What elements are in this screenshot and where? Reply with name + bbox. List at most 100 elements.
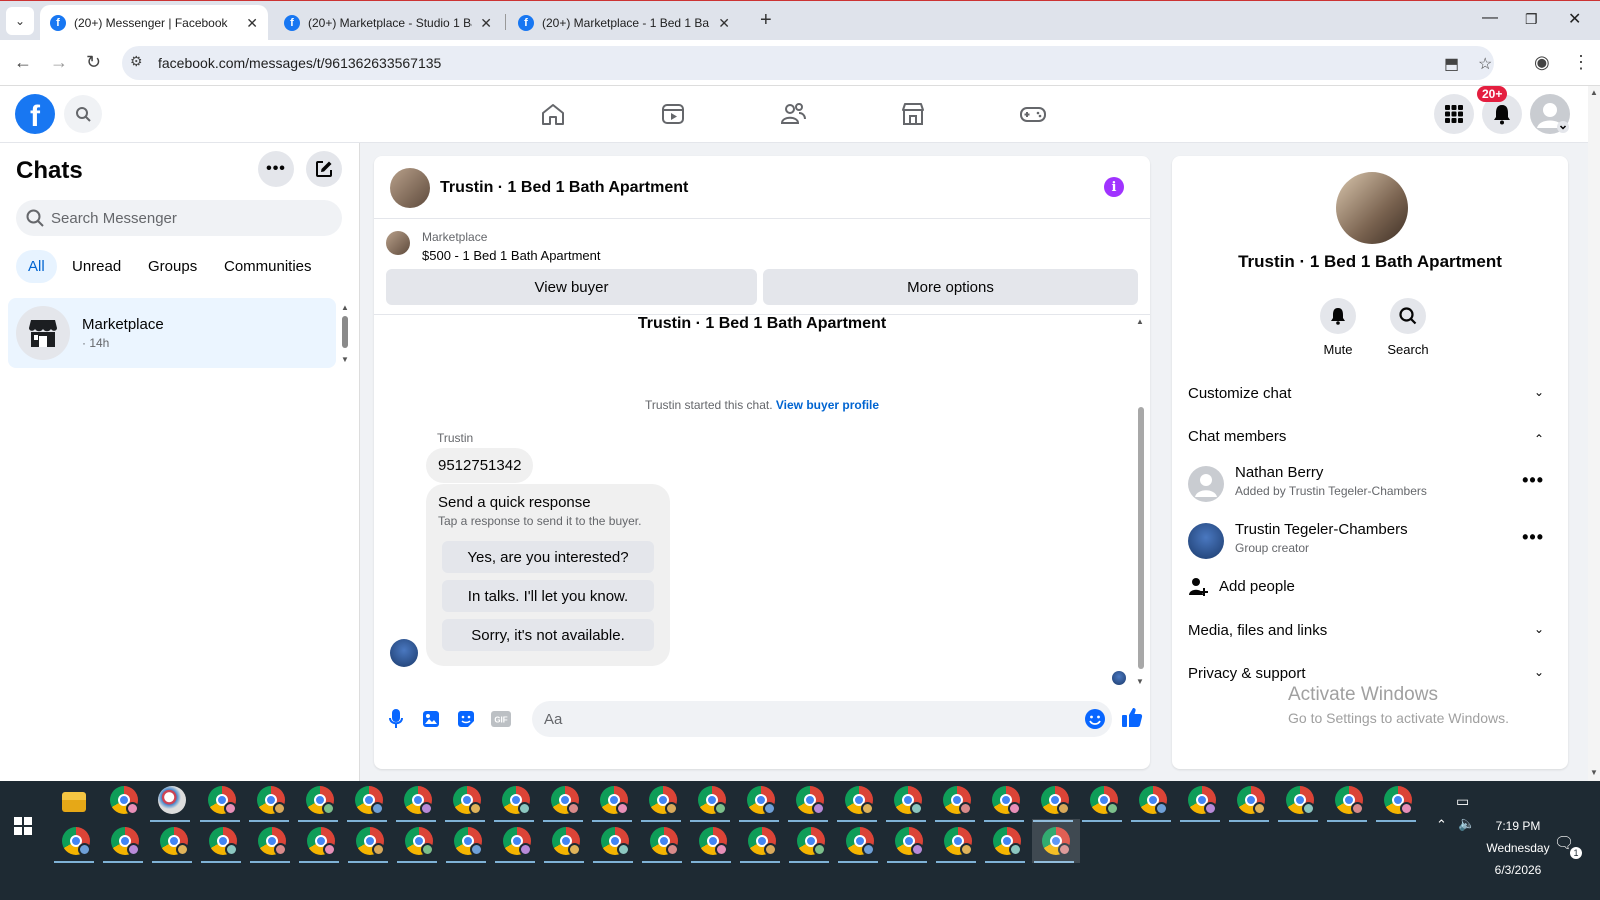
listing-thumbnail[interactable]	[386, 231, 410, 255]
chrome-profile-icon[interactable]	[356, 827, 385, 856]
thread-scroll-up-icon[interactable]: ▲	[1136, 317, 1144, 326]
chrome-profile-icon[interactable]	[1090, 786, 1119, 815]
page-scroll-down-icon[interactable]: ▼	[1590, 768, 1598, 777]
install-app-icon[interactable]: ⬒	[1444, 54, 1459, 74]
chrome-profile-icon[interactable]	[993, 827, 1022, 856]
message-input[interactable]: Aa	[532, 701, 1112, 737]
facebook-logo-icon[interactable]: f	[15, 94, 55, 134]
minimize-icon[interactable]: —	[1482, 9, 1498, 27]
restore-icon[interactable]: ❐	[1525, 11, 1538, 28]
chrome-profile-icon[interactable]	[110, 786, 139, 815]
account-avatar-button[interactable]	[1530, 94, 1570, 134]
facebook-search-button[interactable]	[64, 95, 102, 133]
chrome-profile-icon[interactable]	[650, 827, 679, 856]
sender-avatar[interactable]	[390, 639, 418, 667]
listing-price-title[interactable]: $500 - 1 Bed 1 Bath Apartment	[422, 248, 601, 263]
filter-communities[interactable]: Communities	[224, 258, 312, 275]
search-in-conversation-button[interactable]: Search	[1378, 298, 1438, 357]
chrome-profile-icon[interactable]	[992, 786, 1021, 815]
video-nav-button[interactable]	[653, 98, 693, 130]
gaming-nav-button[interactable]	[1013, 98, 1053, 130]
chrome-profile-icon[interactable]	[503, 827, 532, 856]
chrome-profile-icon[interactable]	[1335, 786, 1364, 815]
site-settings-icon[interactable]: ⚙	[130, 53, 143, 70]
message-bubble[interactable]: 9512751342	[426, 448, 534, 483]
back-icon[interactable]: ←	[14, 52, 32, 73]
chrome-profile-icon[interactable]	[307, 827, 336, 856]
chrome-profile-icon[interactable]	[454, 827, 483, 856]
chrome-profile-icon[interactable]	[1041, 786, 1070, 815]
chrome-profile-icon[interactable]	[944, 827, 973, 856]
volume-icon[interactable]: 🔈	[1458, 815, 1475, 832]
chrome-profile-icon[interactable]	[502, 786, 531, 815]
chat-avatar[interactable]	[1336, 172, 1408, 244]
thread-scroll-down-icon[interactable]: ▼	[1136, 677, 1144, 686]
mute-button[interactable]: Mute	[1308, 298, 1368, 357]
chrome-profile-icon[interactable]	[601, 827, 630, 856]
chrome-profile-icon[interactable]	[649, 786, 678, 815]
chrome-profile-icon[interactable]	[209, 827, 238, 856]
clock-date[interactable]: 6/3/2026	[1486, 863, 1550, 877]
chrome-profile-icon[interactable]	[1188, 786, 1217, 815]
filter-all[interactable]: All	[16, 250, 57, 283]
conversation-item-marketplace[interactable]: Marketplace · 14h	[8, 298, 336, 368]
chrome-profile-icon[interactable]	[1384, 786, 1413, 815]
listing-avatar[interactable]	[390, 168, 430, 208]
quick-response-not-available[interactable]: Sorry, it's not available.	[442, 619, 654, 651]
chrome-profile-icon[interactable]	[551, 786, 580, 815]
filter-groups[interactable]: Groups	[148, 258, 197, 275]
close-window-icon[interactable]: ✕	[1568, 9, 1581, 29]
conversation-title[interactable]: Trustin · 1 Bed 1 Bath Apartment	[440, 179, 688, 197]
quick-response-yes[interactable]: Yes, are you interested?	[442, 541, 654, 573]
info-icon[interactable]: i	[1104, 177, 1124, 197]
chrome-profile-icon[interactable]	[747, 786, 776, 815]
privacy-support-row[interactable]: Privacy & support ⌄	[1188, 665, 1544, 682]
chrome-profile-icon[interactable]	[404, 786, 433, 815]
more-options-button[interactable]: More options	[763, 269, 1138, 305]
forward-icon[interactable]: →	[50, 52, 68, 73]
chrome-profile-icon[interactable]	[1139, 786, 1168, 815]
new-tab-button[interactable]: +	[760, 9, 772, 32]
emoji-icon[interactable]	[1084, 708, 1106, 735]
chrome-profile-icon[interactable]	[846, 827, 875, 856]
thread-scrollbar-thumb[interactable]	[1138, 407, 1144, 669]
windows-start-icon[interactable]	[14, 817, 32, 840]
member-row[interactable]: Trustin Tegeler-Chambers Group creator •…	[1188, 517, 1544, 567]
marketplace-nav-button[interactable]	[893, 98, 933, 130]
reload-icon[interactable]: ↻	[86, 52, 101, 73]
tab-messenger[interactable]: f (20+) Messenger | Facebook ✕	[40, 5, 268, 41]
chrome-profile-icon[interactable]	[699, 827, 728, 856]
gif-icon[interactable]: GIF	[489, 707, 513, 731]
chrome-profile-icon[interactable]	[257, 786, 286, 815]
view-buyer-button[interactable]: View buyer	[386, 269, 757, 305]
new-message-button[interactable]	[306, 151, 342, 187]
chat-options-button[interactable]: •••	[258, 151, 294, 187]
home-nav-button[interactable]	[533, 98, 573, 130]
profile-icon[interactable]: ◉	[1534, 52, 1550, 73]
friends-nav-button[interactable]	[773, 98, 813, 130]
more-horizontal-icon[interactable]: •••	[1522, 527, 1544, 548]
action-center-icon[interactable]: ▭	[1456, 793, 1469, 810]
chrome-profile-icon[interactable]	[552, 827, 581, 856]
customize-chat-row[interactable]: Customize chat ⌄	[1188, 385, 1544, 402]
clock-day[interactable]: Wednesday	[1480, 841, 1556, 855]
chrome-profile-icon[interactable]	[698, 786, 727, 815]
chrome-profile-icon[interactable]	[208, 786, 237, 815]
tab-marketplace-studio[interactable]: f (20+) Marketplace - Studio 1 Ba ✕	[274, 5, 502, 41]
list-scroll-down-icon[interactable]: ▼	[341, 355, 349, 364]
chrome-profile-icon[interactable]	[748, 827, 777, 856]
page-scrollbar[interactable]: ▲ ▼	[1588, 86, 1600, 781]
media-files-links-row[interactable]: Media, files and links ⌄	[1188, 622, 1544, 639]
chrome-profile-icon[interactable]	[111, 827, 140, 856]
paint-app-icon[interactable]	[158, 786, 186, 814]
chrome-profile-icon[interactable]	[797, 827, 826, 856]
menu-grid-button[interactable]	[1434, 94, 1474, 134]
tab-search-dropdown[interactable]: ⌄	[6, 7, 34, 35]
chrome-profile-icon[interactable]	[796, 786, 825, 815]
chrome-profile-icon[interactable]	[306, 786, 335, 815]
photo-icon[interactable]	[419, 707, 443, 731]
more-horizontal-icon[interactable]: •••	[1522, 470, 1544, 491]
chrome-profile-icon[interactable]	[160, 827, 189, 856]
member-row[interactable]: Nathan Berry Added by Trustin Tegeler-Ch…	[1188, 460, 1544, 510]
list-scroll-up-icon[interactable]: ▲	[341, 303, 349, 312]
